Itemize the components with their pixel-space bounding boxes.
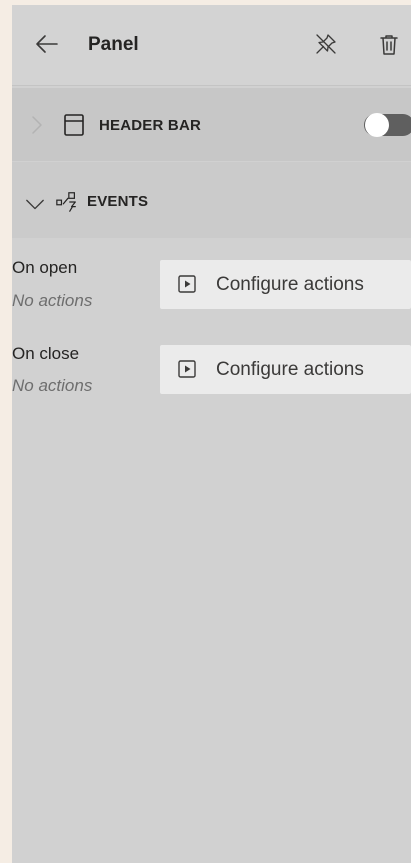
panel-header: Panel (12, 5, 411, 85)
configure-actions-label: Configure actions (216, 359, 364, 380)
unpin-button[interactable] (309, 29, 343, 63)
arrow-left-icon (35, 34, 59, 59)
section-events[interactable]: EVENTS (12, 162, 411, 238)
event-status: No actions (12, 376, 93, 395)
section-header-bar[interactable]: HEADER BAR (12, 88, 411, 161)
page-title: Panel (88, 34, 139, 55)
section-label-header-bar: HEADER BAR (99, 117, 202, 134)
chevron-right-icon (27, 115, 47, 135)
configure-actions-button[interactable]: Configure actions (160, 345, 411, 394)
delete-button[interactable] (374, 31, 404, 63)
header-bar-toggle[interactable] (364, 112, 411, 138)
properties-panel: Panel HEADER BAR EVENTS On open No actio… (12, 5, 411, 863)
chevron-down-icon (25, 194, 45, 214)
toggle-knob (365, 113, 389, 137)
header-bar-icon (62, 113, 86, 137)
trash-icon (379, 33, 399, 62)
play-box-icon (178, 275, 196, 293)
event-status: No actions (12, 291, 93, 310)
configure-actions-label: Configure actions (216, 274, 364, 295)
events-icon (55, 190, 79, 214)
event-label: On open (12, 258, 78, 277)
unpin-icon (314, 32, 338, 61)
back-button[interactable] (32, 31, 62, 61)
event-label: On close (12, 344, 80, 363)
section-label-events: EVENTS (87, 193, 149, 210)
play-box-icon (178, 360, 196, 378)
configure-actions-button[interactable]: Configure actions (160, 260, 411, 309)
